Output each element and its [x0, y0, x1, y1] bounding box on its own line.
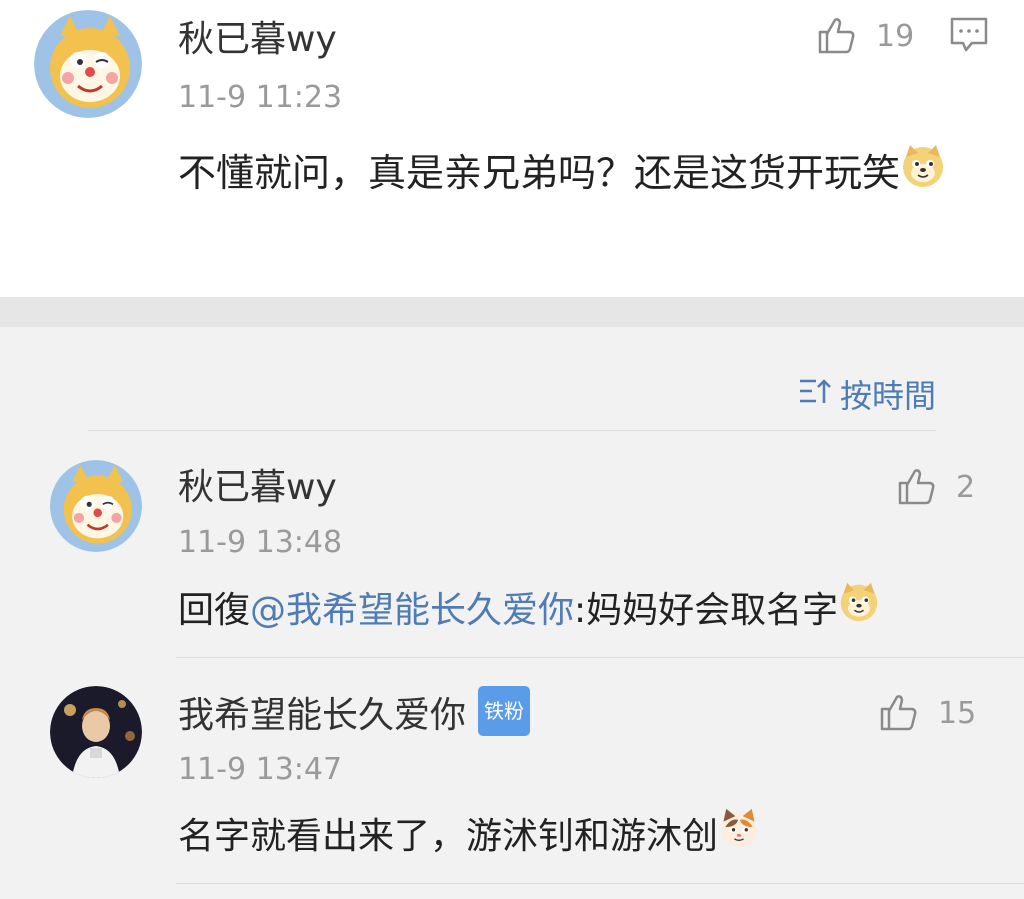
like-button[interactable]: 2	[894, 463, 975, 511]
timestamp: 11-9 13:48	[178, 525, 343, 560]
like-count: 15	[938, 695, 977, 731]
thumbs-up-icon	[814, 12, 858, 60]
section-divider	[0, 297, 1024, 327]
divider	[88, 430, 936, 431]
like-button[interactable]: 19	[814, 12, 914, 60]
comment-body: 不懂就问，真是亲兄弟吗？还是这货开玩笑	[178, 151, 901, 195]
reply-text: 回復@我希望能长久爱你:妈妈好会取名字	[178, 578, 958, 645]
reply-body: 名字就看出来了，游沭钊和游沐创	[178, 816, 719, 857]
reply-prefix: 回復	[178, 590, 251, 631]
sort-button[interactable]: 按時間	[798, 371, 936, 417]
cat-emoji	[718, 805, 760, 871]
mention-link[interactable]: @我希望能长久爱你	[250, 590, 574, 631]
avatar[interactable]	[50, 460, 142, 552]
fan-badge: 铁粉	[478, 686, 531, 736]
avatar[interactable]	[50, 686, 142, 778]
timestamp: 11-9 11:23	[178, 80, 343, 115]
doge-emoji	[838, 579, 880, 645]
doge-emoji	[900, 143, 946, 209]
like-button[interactable]: 15	[876, 689, 976, 737]
comment-icon[interactable]	[948, 14, 990, 60]
username-text: 我希望能长久爱你	[178, 695, 467, 736]
replies-section: 按時間 秋已暮wy 11-9 13:48 2 回復@我希望能长久爱你:妈妈好会取…	[0, 327, 1024, 899]
username[interactable]: 我希望能长久爱你 铁粉	[178, 686, 531, 742]
comment-text: 不懂就问，真是亲兄弟吗？还是这货开玩笑	[178, 140, 978, 209]
thumbs-up-icon	[876, 689, 920, 737]
divider	[176, 883, 1024, 884]
username[interactable]: 秋已暮wy	[178, 18, 337, 62]
username[interactable]: 秋已暮wy	[178, 466, 337, 510]
sort-icon	[798, 375, 832, 413]
reply-text: 名字就看出来了，游沭钊和游沐创	[178, 804, 958, 871]
divider	[176, 657, 1024, 658]
timestamp: 11-9 13:47	[178, 752, 343, 787]
thumbs-up-icon	[894, 463, 938, 511]
like-count: 19	[876, 18, 915, 54]
main-comment: 秋已暮wy 11-9 11:23 19 不懂就问，真是亲兄弟吗？还是这货开玩笑	[0, 0, 1024, 297]
sort-label: 按時間	[839, 377, 936, 415]
like-count: 2	[956, 469, 976, 505]
avatar[interactable]	[34, 10, 142, 118]
reply-body: :妈妈好会取名字	[574, 590, 839, 631]
